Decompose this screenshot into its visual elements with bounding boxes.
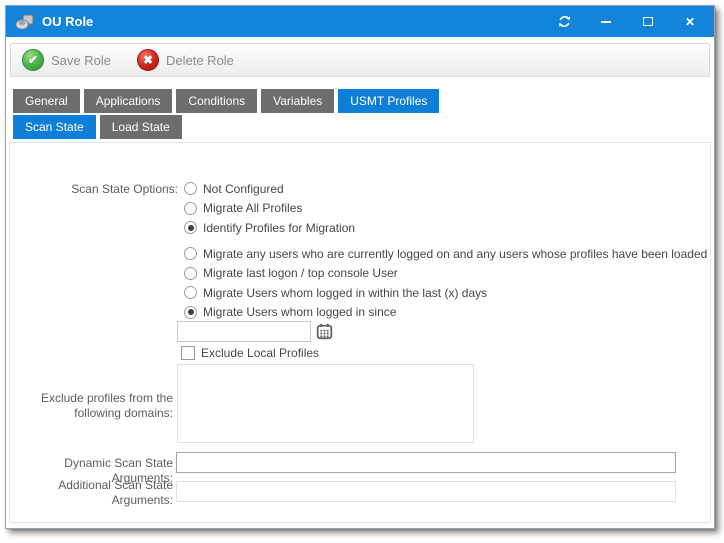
radio-option-identify-profiles[interactable]: Identify Profiles for Migration [184,218,355,238]
identify-profiles-group: Migrate any users who are currently logg… [184,244,707,322]
radio-label: Not Configured [203,182,284,196]
toolbar: ✔ Save Role ✖ Delete Role [10,43,710,77]
refresh-icon[interactable] [556,14,572,30]
exclude-domains-textarea[interactable] [177,364,474,443]
radio-label: Migrate Users whom logged in within the … [203,286,487,300]
save-role-label: Save Role [51,53,111,68]
save-check-icon: ✔ [22,49,44,71]
exclude-local-profiles-label: Exclude Local Profiles [201,346,319,360]
dynamic-scan-state-arguments-input[interactable] [176,452,676,473]
delete-role-button[interactable]: ✖ Delete Role [137,49,234,71]
radio-circle[interactable] [184,286,197,299]
radio-circle[interactable] [184,306,197,319]
window-controls: ✕ [556,14,698,30]
tab-general[interactable]: General [13,89,80,113]
tab-scan-state[interactable]: Scan State [13,115,96,139]
since-date-input[interactable] [177,321,311,342]
additional-scan-state-arguments-label: Additional Scan State Arguments: [33,478,173,508]
titlebar: OU Role ✕ [6,6,714,37]
window-title: OU Role [42,14,93,29]
minimize-icon[interactable] [598,14,614,30]
scan-state-options-label: Scan State Options: [10,182,178,197]
usmt-subtabs: Scan State Load State [13,115,707,139]
tab-applications[interactable]: Applications [84,89,173,113]
calendar-icon [316,323,333,340]
save-role-button[interactable]: ✔ Save Role [22,49,111,71]
radio-circle[interactable] [184,221,197,234]
scan-state-panel: Scan State Options: Not Configured Migra… [9,142,711,523]
radio-option-migrate-logged-on-users[interactable]: Migrate any users who are currently logg… [184,244,707,264]
radio-label: Migrate Users whom logged in since [203,305,396,319]
close-icon[interactable]: ✕ [682,14,698,30]
exclude-domains-label: Exclude profiles from the following doma… [33,391,173,421]
ou-role-dialog: OU Role ✕ ✔ Save Role ✖ Delete Role [5,5,715,529]
radio-circle[interactable] [184,202,197,215]
main-tabs: General Applications Conditions Variable… [13,89,707,113]
radio-label: Identify Profiles for Migration [203,221,355,235]
radio-option-migrate-all-profiles[interactable]: Migrate All Profiles [184,199,355,219]
radio-label: Migrate any users who are currently logg… [203,247,707,261]
radio-option-migrate-last-x-days[interactable]: Migrate Users whom logged in within the … [184,283,707,303]
delete-role-label: Delete Role [166,53,234,68]
radio-label: Migrate All Profiles [203,201,302,215]
tab-conditions[interactable]: Conditions [176,89,257,113]
calendar-picker-button[interactable] [316,323,333,340]
radio-label: Migrate last logon / top console User [203,266,398,280]
radio-option-migrate-last-logon[interactable]: Migrate last logon / top console User [184,264,707,284]
radio-circle[interactable] [184,247,197,260]
additional-scan-state-arguments-input[interactable] [176,481,676,502]
tab-load-state[interactable]: Load State [100,115,182,139]
tab-variables[interactable]: Variables [261,89,334,113]
radio-circle[interactable] [184,267,197,280]
delete-x-icon: ✖ [137,49,159,71]
radio-circle[interactable] [184,182,197,195]
ou-role-app-icon [15,13,34,30]
radio-option-migrate-since[interactable]: Migrate Users whom logged in since [184,303,707,323]
maximize-icon[interactable] [640,14,656,30]
scan-state-options-group: Not Configured Migrate All Profiles Iden… [184,179,355,238]
tab-usmt-profiles[interactable]: USMT Profiles [338,89,439,113]
exclude-local-profiles-option[interactable]: Exclude Local Profiles [181,346,319,360]
radio-option-not-configured[interactable]: Not Configured [184,179,355,199]
exclude-local-profiles-checkbox[interactable] [181,346,195,360]
